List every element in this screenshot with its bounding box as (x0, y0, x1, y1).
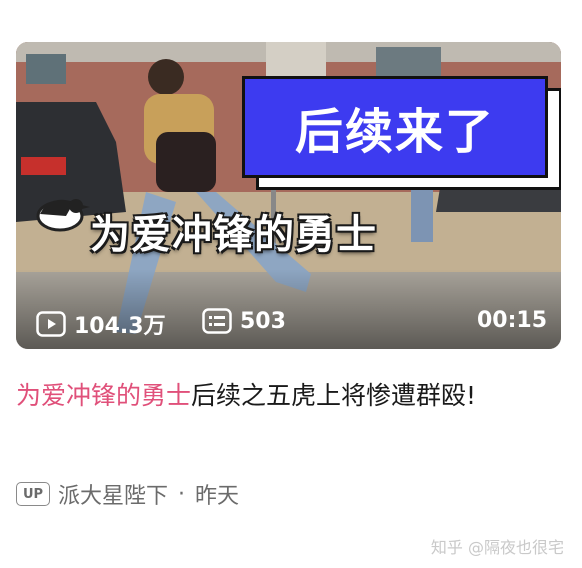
video-card[interactable]: 后续来了 为爱冲锋的勇士 104.3万 503 00:15 为爱冲锋的勇士后续之… (0, 0, 582, 568)
watermark: 知乎 @隔夜也很宅 (430, 538, 564, 557)
author-name[interactable]: 派大星陛下 (58, 478, 168, 510)
publish-time: 昨天 (195, 484, 240, 509)
danmaku-count: 503 (202, 308, 286, 334)
video-duration: 00:15 (476, 308, 547, 333)
danmaku-count-text: 503 (240, 308, 286, 334)
view-count-text: 104.3万 (74, 314, 166, 339)
meta-separator: · (178, 481, 186, 507)
play-icon (36, 311, 66, 337)
video-thumbnail[interactable]: 后续来了 为爱冲锋的勇士 104.3万 503 00:15 (16, 42, 561, 349)
badge-text: 后续来了 (294, 104, 495, 160)
title-highlight: 为爱冲锋的勇士 (16, 381, 192, 410)
sequel-badge: 后续来了 (242, 76, 561, 194)
video-title[interactable]: 为爱冲锋的勇士后续之五虎上将惨遭群殴! (16, 372, 546, 419)
danmaku-icon (202, 308, 232, 334)
magpie-icon (30, 182, 90, 246)
title-rest: 后续之五虎上将惨遭群殴! (191, 381, 477, 410)
up-badge: UP (16, 482, 50, 506)
view-count: 104.3万 (36, 308, 166, 340)
video-subtitle: 为爱冲锋的勇士 (90, 212, 377, 258)
video-meta: UP 派大星陛下 · 昨天 (16, 478, 239, 510)
